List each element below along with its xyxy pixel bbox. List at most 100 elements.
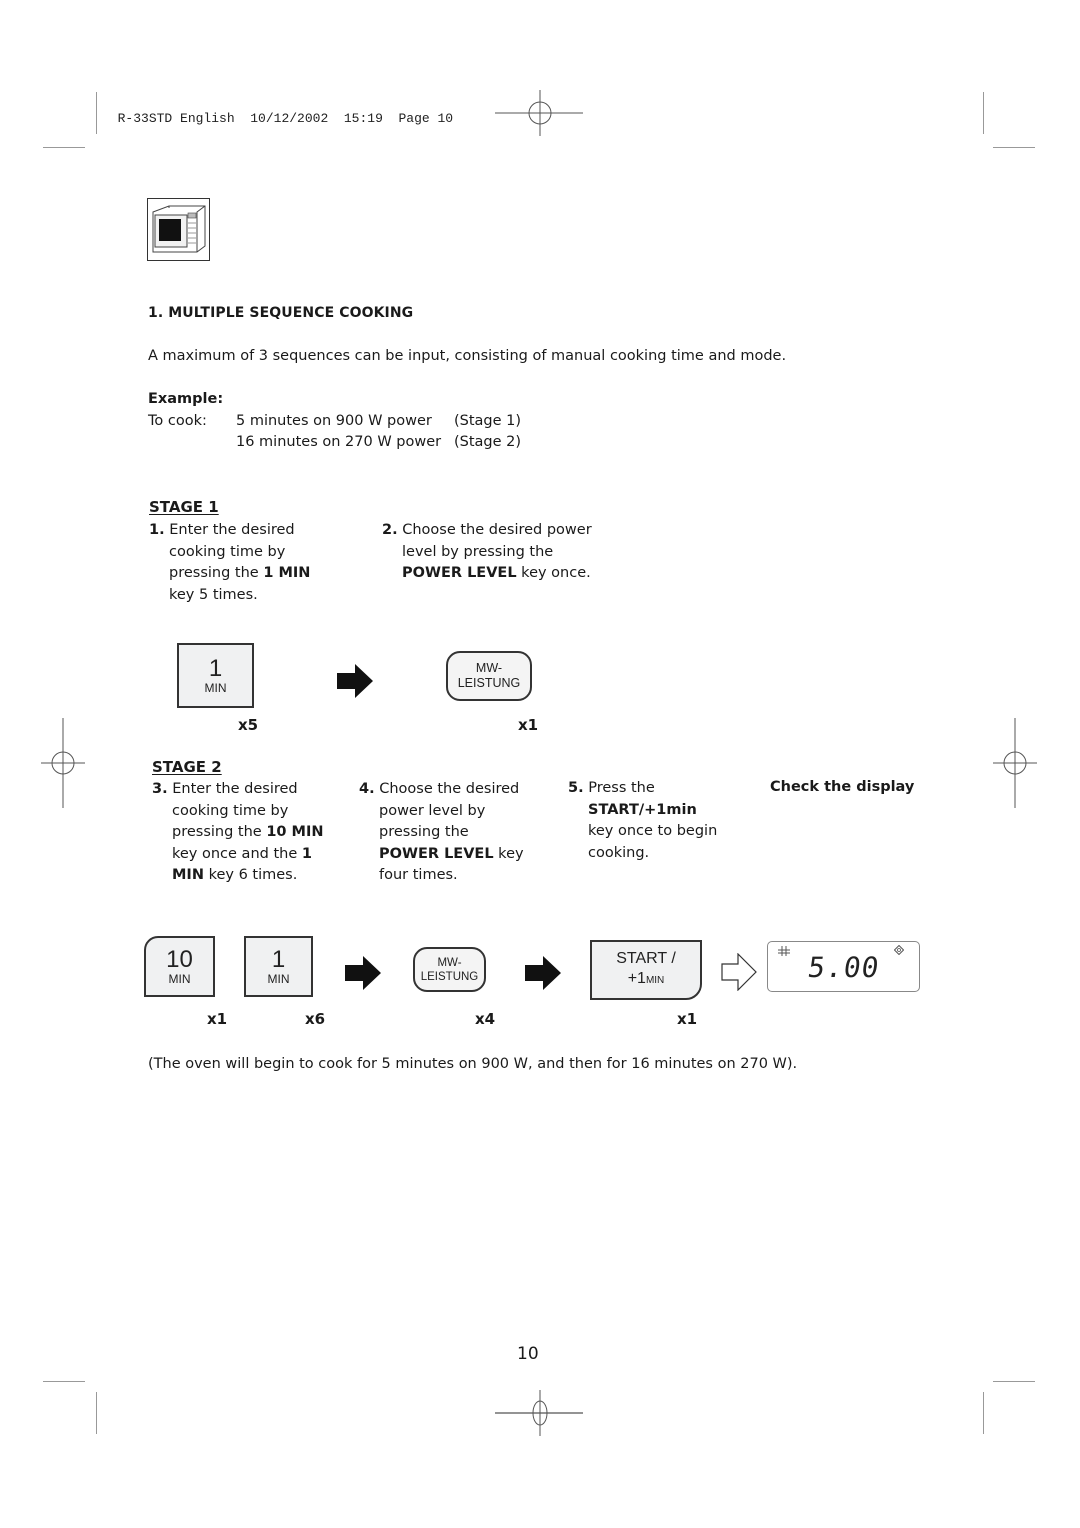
crop-mark <box>993 1381 1035 1382</box>
step-text: cooking. <box>588 844 650 861</box>
key-reference: 10 MIN <box>266 824 324 840</box>
section-title: 1. MULTIPLE SEQUENCE COOKING <box>148 305 414 321</box>
step-5: 5. Press the START/+1min key once to beg… <box>568 778 717 864</box>
key-reference: POWER LEVEL <box>379 845 494 862</box>
summary-text: (The oven will begin to cook for 5 minut… <box>148 1056 798 1072</box>
step-text: Press the <box>588 780 655 796</box>
section-intro: A maximum of 3 sequences can be input, c… <box>148 348 787 364</box>
example-label: Example: <box>148 391 224 407</box>
diamond-indicator-icon <box>894 945 904 955</box>
step-text: Enter the desired <box>169 522 295 538</box>
step-2: 2. Choose the desired power level by pre… <box>382 520 592 585</box>
step-number: 1. <box>149 522 165 538</box>
example-row-stage: (Stage 2) <box>454 434 522 450</box>
step-1: 1. Enter the desired cooking time by pre… <box>149 520 310 606</box>
header-page: Page 10 <box>398 111 454 126</box>
example-row: 5 minutes on 900 W power <box>236 413 432 429</box>
header-model: R-33STD <box>117 111 173 126</box>
stage-1-title: STAGE 1 <box>149 498 219 516</box>
example-row-stage: (Stage 1) <box>454 413 522 429</box>
arrow-right-icon <box>345 956 381 990</box>
key-label: 1 <box>208 654 223 682</box>
step-text: pressing the <box>172 824 267 840</box>
one-min-key[interactable]: 1 MIN <box>244 936 313 997</box>
key-reference: MIN <box>172 867 204 883</box>
press-count: x1 <box>518 716 539 734</box>
step-text: key 5 times. <box>169 586 258 603</box>
key-sublabel: MIN <box>168 971 191 986</box>
one-min-key[interactable]: 1 MIN <box>177 643 254 708</box>
arrow-right-icon <box>337 664 373 698</box>
step-4: 4. Choose the desired power level by pre… <box>359 779 524 887</box>
step-number: 4. <box>359 781 375 797</box>
crop-mark <box>96 1392 97 1434</box>
registration-mark-icon <box>41 718 85 808</box>
header-time: 15:19 <box>343 111 383 126</box>
step-text: level by pressing the <box>402 543 554 560</box>
stage-2-title: STAGE 2 <box>152 758 222 776</box>
header-date: 10/12/2002 <box>250 111 329 126</box>
hollow-arrow-right-icon <box>721 953 757 991</box>
step-text: pressing the <box>169 565 264 581</box>
step-text: power level by <box>379 802 486 819</box>
step-text: cooking time by <box>169 543 286 560</box>
crop-mark <box>43 147 85 148</box>
key-label: LEISTUNG <box>457 676 521 690</box>
key-label: MW- <box>475 661 503 675</box>
press-count: x1 <box>677 1010 698 1028</box>
example-row: 16 minutes on 270 W power <box>236 434 442 450</box>
step-text: Enter the desired <box>172 781 298 797</box>
key-label: 1 <box>271 945 286 973</box>
key-label: +1 <box>627 970 646 987</box>
display-readout: 5.00 <box>805 951 882 984</box>
power-level-key[interactable]: MW- LEISTUNG <box>413 947 486 992</box>
step-text: key 6 times. <box>203 867 298 883</box>
microwave-indicator-icon <box>778 946 790 956</box>
step-number: 3. <box>152 781 168 797</box>
press-count: x6 <box>305 1010 326 1028</box>
crop-mark <box>983 92 984 134</box>
step-number: 5. <box>568 780 584 796</box>
oven-display: 5.00 <box>767 941 920 992</box>
step-3: 3. Enter the desired cooking time by pre… <box>152 779 324 887</box>
page-number: 10 <box>517 1344 539 1364</box>
start-plus-one-min-key[interactable]: START / +1MIN <box>590 940 702 1000</box>
check-display-label: Check the display <box>770 779 915 795</box>
key-reference: 1 <box>301 845 312 862</box>
step-text: Choose the desired power <box>402 522 592 538</box>
key-reference: POWER LEVEL <box>402 565 517 581</box>
header-language: English <box>180 111 235 126</box>
press-count: x1 <box>207 1010 228 1028</box>
key-label: MW- <box>437 956 462 969</box>
example-prefix: To cook: <box>148 413 207 429</box>
key-label: START / <box>616 950 676 967</box>
ten-min-key[interactable]: 10 MIN <box>144 936 215 997</box>
crop-mark <box>96 92 97 134</box>
press-count: x4 <box>475 1010 496 1028</box>
key-sublabel: MIN <box>204 680 227 695</box>
print-header: R-33STD English 10/12/2002 15:19 Page 10 <box>102 96 454 126</box>
key-sublabel: MIN <box>645 975 665 986</box>
step-text: key once. <box>516 565 591 581</box>
step-number: 2. <box>382 522 398 538</box>
step-text: key <box>493 845 524 862</box>
power-level-key[interactable]: MW- LEISTUNG <box>446 651 532 701</box>
key-sublabel: MIN <box>267 971 290 986</box>
crop-mark <box>43 1381 85 1382</box>
step-text: Choose the desired <box>379 781 520 797</box>
step-text: key once and the <box>172 845 302 862</box>
key-label: 10 <box>166 945 193 973</box>
step-text: cooking time by <box>172 802 289 819</box>
step-text: four times. <box>379 867 458 883</box>
microwave-oven-icon <box>147 198 210 261</box>
arrow-right-icon <box>525 956 561 990</box>
registration-mark-icon <box>495 90 583 136</box>
step-text: pressing the <box>379 824 469 840</box>
key-reference: 1 MIN <box>263 565 311 581</box>
key-reference: START/+1min <box>588 801 697 818</box>
key-label: LEISTUNG <box>420 970 479 983</box>
press-count: x5 <box>238 716 259 734</box>
crop-mark <box>983 1392 984 1434</box>
registration-mark-icon <box>993 718 1037 808</box>
registration-mark-icon <box>495 1390 583 1436</box>
